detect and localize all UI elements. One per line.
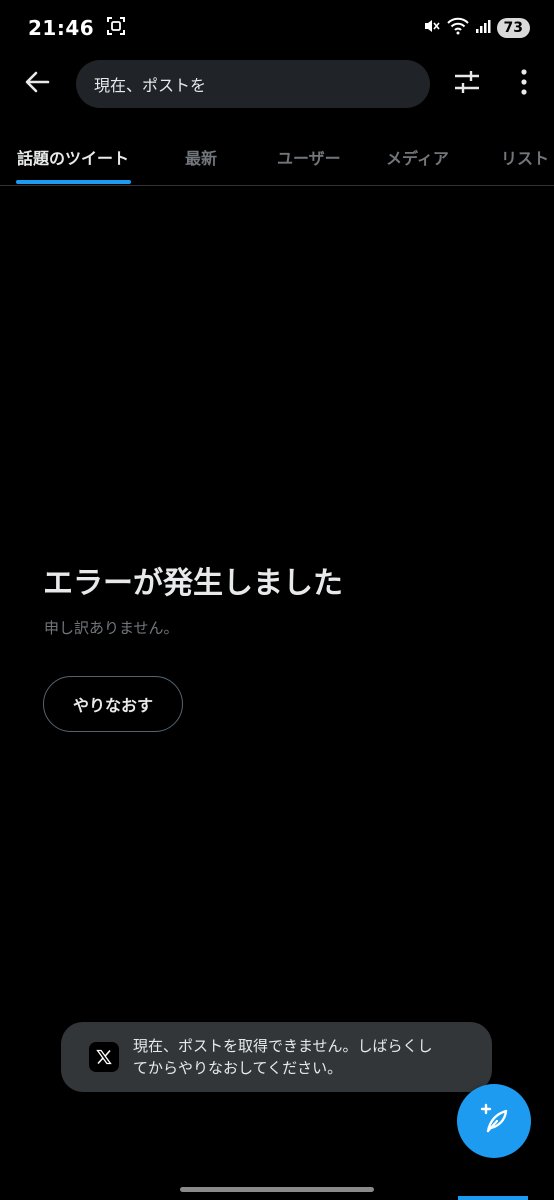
- tab-users[interactable]: ユーザー: [277, 128, 341, 185]
- battery-indicator: 73: [496, 18, 530, 38]
- status-bar: 21:46 73: [0, 0, 554, 56]
- x-logo-icon: [89, 1042, 119, 1072]
- back-button[interactable]: [20, 70, 54, 98]
- search-input[interactable]: 現在、ポストを: [76, 60, 430, 108]
- toast-line-2: てからやりなおしてください。: [133, 1059, 343, 1077]
- tab-lists[interactable]: リスト: [501, 128, 549, 185]
- top-bar: 現在、ポストを: [0, 58, 554, 110]
- back-arrow-icon: [24, 70, 50, 98]
- error-title: エラーが発生しました: [43, 566, 343, 601]
- error-toast: 現在、ポストを取得できません。しばらくし てからやりなおしてください。: [61, 1022, 492, 1092]
- screen: 21:46 73 現在、ポストを 話題のツイート 最新 ユーザー メディア リス…: [0, 0, 554, 1200]
- tab-media[interactable]: メディア: [386, 128, 449, 185]
- wifi-icon: [446, 17, 469, 39]
- tab-top[interactable]: 話題のツイート: [17, 128, 129, 185]
- signal-icon: [475, 18, 491, 38]
- search-tabs: 話題のツイート 最新 ユーザー メディア リスト: [0, 128, 554, 186]
- filter-sliders-icon: [453, 69, 481, 99]
- tab-latest[interactable]: 最新: [185, 128, 217, 185]
- error-subtitle: 申し訳ありません。: [44, 619, 179, 637]
- bottom-accent-strip: [458, 1196, 528, 1200]
- status-right: 73: [423, 17, 530, 39]
- compose-feather-icon: [477, 1102, 511, 1140]
- mute-icon: [423, 17, 441, 39]
- active-tab-indicator: [16, 180, 131, 184]
- status-left: 21:46: [28, 16, 126, 40]
- more-vertical-icon: [520, 68, 528, 100]
- toast-message: 現在、ポストを取得できません。しばらくし てからやりなおしてください。: [133, 1035, 433, 1079]
- status-time: 21:46: [28, 16, 95, 40]
- home-indicator[interactable]: [180, 1187, 374, 1192]
- screenshot-icon: [106, 16, 126, 40]
- retry-button[interactable]: やりなおす: [43, 676, 183, 732]
- more-options-button[interactable]: [510, 68, 538, 100]
- compose-button[interactable]: [457, 1084, 531, 1158]
- toast-line-1: 現在、ポストを取得できません。しばらくし: [133, 1037, 433, 1055]
- filter-button[interactable]: [452, 70, 482, 98]
